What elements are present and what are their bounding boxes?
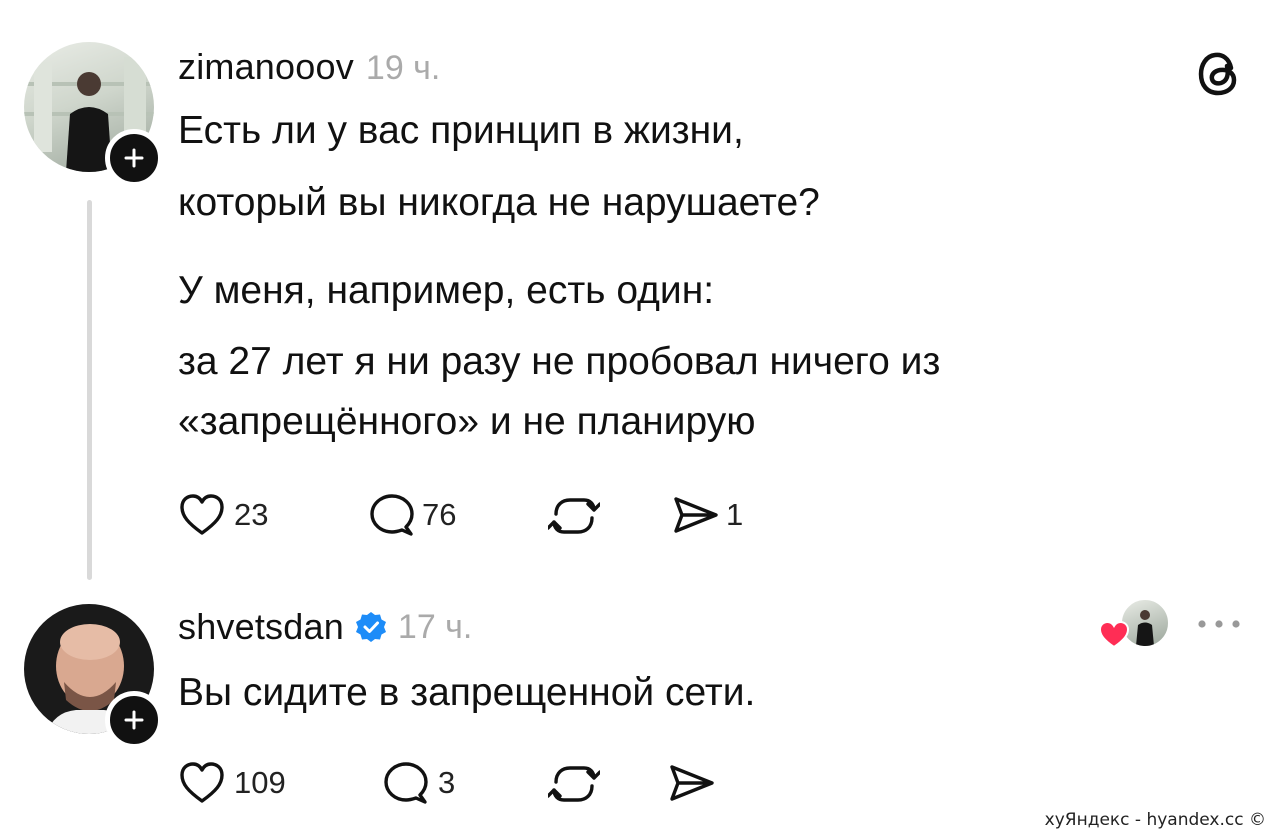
post-comment-button[interactable]: 76 xyxy=(368,492,456,538)
post-repost-button[interactable] xyxy=(548,494,600,538)
thread-line xyxy=(87,200,92,580)
reply-comment-button[interactable]: 3 xyxy=(382,760,455,806)
liked-by-author-indicator xyxy=(1098,598,1170,650)
reply-username[interactable]: shvetsdan xyxy=(178,606,344,648)
post-text-line-3: У меня, например, есть один: xyxy=(178,269,715,312)
reply-like-count: 109 xyxy=(234,765,286,800)
post-like-count: 23 xyxy=(234,497,269,532)
reply-time: 17 ч. xyxy=(397,607,473,646)
repost-icon xyxy=(548,766,600,802)
verified-icon xyxy=(354,610,388,644)
heart-icon xyxy=(1098,620,1130,650)
more-options-button[interactable] xyxy=(1196,618,1242,630)
reply-like-button[interactable]: 109 xyxy=(178,760,286,806)
comment-icon xyxy=(368,492,416,538)
reply-header: shvetsdan 17 ч. xyxy=(178,606,472,648)
reply-text: Вы сидите в запрещенной сети. xyxy=(178,671,756,714)
repost-icon xyxy=(548,498,600,534)
post-text-line-2: который вы никогда не нарушаете? xyxy=(178,181,820,224)
send-icon xyxy=(670,765,714,801)
post-text-line-4: за 27 лет я ни разу не пробовал ничего и… xyxy=(178,340,941,383)
post-time: 19 ч. xyxy=(365,49,441,87)
reply-repost-button[interactable] xyxy=(548,762,600,806)
post-like-button[interactable]: 23 xyxy=(178,492,268,538)
post-text-line-1: Есть ли у вас принцип в жизни, xyxy=(178,109,744,152)
post-username[interactable]: zimanooov xyxy=(178,46,354,88)
send-icon xyxy=(672,494,720,536)
watermark: хуЯндекс - hyandex.cc © xyxy=(1044,810,1266,830)
post-text-line-5: «запрещённого» и не планирую xyxy=(178,400,756,443)
follow-plus-button-reply[interactable] xyxy=(105,691,163,749)
heart-icon xyxy=(178,760,226,806)
plus-icon xyxy=(124,710,144,730)
comment-icon xyxy=(382,760,430,806)
reply-comment-count: 3 xyxy=(438,765,456,800)
reply-send-button[interactable] xyxy=(668,762,716,804)
follow-plus-button[interactable] xyxy=(105,129,163,187)
post-header: zimanooov 19 ч. xyxy=(178,46,440,88)
more-icon xyxy=(1198,620,1240,628)
post-comment-count: 76 xyxy=(422,497,457,532)
plus-icon xyxy=(124,148,144,168)
post-share-count: 1 xyxy=(726,497,744,532)
heart-icon xyxy=(178,492,226,538)
threads-logo-icon[interactable] xyxy=(1196,48,1244,100)
post-send-button[interactable]: 1 xyxy=(672,494,743,536)
